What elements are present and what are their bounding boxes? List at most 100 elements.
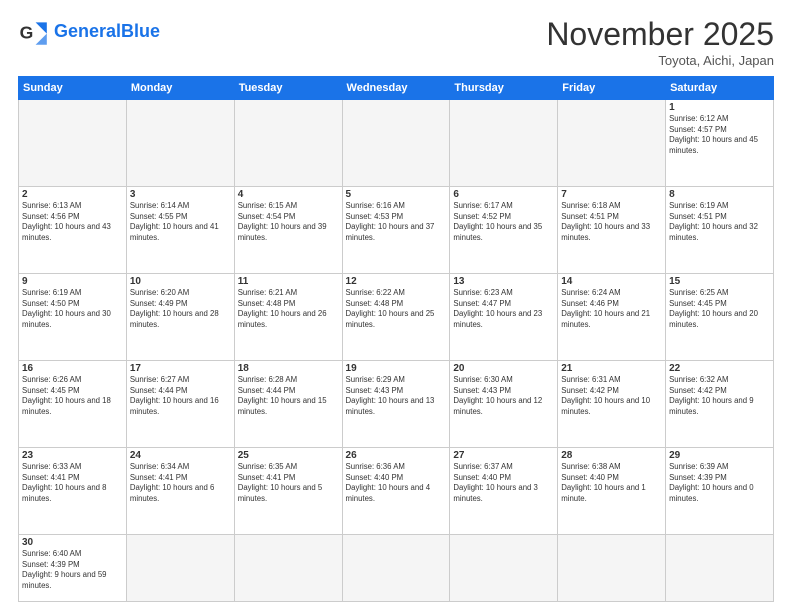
calendar-cell-2-2: 11Sunrise: 6:21 AM Sunset: 4:48 PM Dayli… — [234, 274, 342, 361]
calendar-cell-5-1 — [126, 535, 234, 602]
cell-sun-info: Sunrise: 6:13 AM Sunset: 4:56 PM Dayligh… — [22, 201, 123, 243]
calendar-cell-1-1: 3Sunrise: 6:14 AM Sunset: 4:55 PM Daylig… — [126, 187, 234, 274]
calendar-cell-0-4 — [450, 100, 558, 187]
day-number: 10 — [130, 276, 231, 287]
day-number: 18 — [238, 363, 339, 374]
day-number: 1 — [669, 102, 770, 113]
calendar-cell-3-5: 21Sunrise: 6:31 AM Sunset: 4:42 PM Dayli… — [558, 361, 666, 448]
calendar-cell-2-4: 13Sunrise: 6:23 AM Sunset: 4:47 PM Dayli… — [450, 274, 558, 361]
cell-sun-info: Sunrise: 6:40 AM Sunset: 4:39 PM Dayligh… — [22, 549, 123, 591]
day-number: 25 — [238, 450, 339, 461]
day-number: 20 — [453, 363, 554, 374]
calendar-cell-1-0: 2Sunrise: 6:13 AM Sunset: 4:56 PM Daylig… — [19, 187, 127, 274]
logo: G GeneralBlue — [18, 16, 160, 48]
cell-sun-info: Sunrise: 6:32 AM Sunset: 4:42 PM Dayligh… — [669, 375, 770, 417]
cell-sun-info: Sunrise: 6:16 AM Sunset: 4:53 PM Dayligh… — [346, 201, 447, 243]
calendar-cell-4-5: 28Sunrise: 6:38 AM Sunset: 4:40 PM Dayli… — [558, 448, 666, 535]
month-title: November 2025 — [546, 16, 774, 53]
cell-sun-info: Sunrise: 6:18 AM Sunset: 4:51 PM Dayligh… — [561, 201, 662, 243]
calendar-cell-1-3: 5Sunrise: 6:16 AM Sunset: 4:53 PM Daylig… — [342, 187, 450, 274]
day-number: 27 — [453, 450, 554, 461]
calendar-cell-4-4: 27Sunrise: 6:37 AM Sunset: 4:40 PM Dayli… — [450, 448, 558, 535]
day-number: 9 — [22, 276, 123, 287]
calendar-cell-5-0: 30Sunrise: 6:40 AM Sunset: 4:39 PM Dayli… — [19, 535, 127, 602]
cell-sun-info: Sunrise: 6:31 AM Sunset: 4:42 PM Dayligh… — [561, 375, 662, 417]
cell-sun-info: Sunrise: 6:15 AM Sunset: 4:54 PM Dayligh… — [238, 201, 339, 243]
cell-sun-info: Sunrise: 6:27 AM Sunset: 4:44 PM Dayligh… — [130, 375, 231, 417]
day-number: 15 — [669, 276, 770, 287]
col-thursday: Thursday — [450, 77, 558, 100]
logo-icon: G — [18, 16, 50, 48]
svg-text:G: G — [20, 22, 34, 42]
day-number: 5 — [346, 189, 447, 200]
day-number: 8 — [669, 189, 770, 200]
cell-sun-info: Sunrise: 6:25 AM Sunset: 4:45 PM Dayligh… — [669, 288, 770, 330]
calendar-cell-2-3: 12Sunrise: 6:22 AM Sunset: 4:48 PM Dayli… — [342, 274, 450, 361]
cell-sun-info: Sunrise: 6:19 AM Sunset: 4:50 PM Dayligh… — [22, 288, 123, 330]
page: G GeneralBlue November 2025 Toyota, Aich… — [0, 0, 792, 612]
calendar-cell-0-5 — [558, 100, 666, 187]
calendar-cell-3-4: 20Sunrise: 6:30 AM Sunset: 4:43 PM Dayli… — [450, 361, 558, 448]
calendar-cell-3-6: 22Sunrise: 6:32 AM Sunset: 4:42 PM Dayli… — [666, 361, 774, 448]
calendar-cell-0-2 — [234, 100, 342, 187]
day-header-row: Sunday Monday Tuesday Wednesday Thursday… — [19, 77, 774, 100]
col-tuesday: Tuesday — [234, 77, 342, 100]
calendar-cell-5-6 — [666, 535, 774, 602]
day-number: 23 — [22, 450, 123, 461]
day-number: 29 — [669, 450, 770, 461]
calendar-cell-0-1 — [126, 100, 234, 187]
day-number: 21 — [561, 363, 662, 374]
day-number: 14 — [561, 276, 662, 287]
calendar-table: Sunday Monday Tuesday Wednesday Thursday… — [18, 76, 774, 602]
calendar-cell-1-5: 7Sunrise: 6:18 AM Sunset: 4:51 PM Daylig… — [558, 187, 666, 274]
calendar-cell-5-5 — [558, 535, 666, 602]
calendar-cell-5-3 — [342, 535, 450, 602]
logo-text: GeneralBlue — [54, 22, 160, 42]
logo-blue: Blue — [121, 21, 160, 41]
calendar-cell-4-6: 29Sunrise: 6:39 AM Sunset: 4:39 PM Dayli… — [666, 448, 774, 535]
cell-sun-info: Sunrise: 6:36 AM Sunset: 4:40 PM Dayligh… — [346, 462, 447, 504]
col-saturday: Saturday — [666, 77, 774, 100]
calendar-cell-2-1: 10Sunrise: 6:20 AM Sunset: 4:49 PM Dayli… — [126, 274, 234, 361]
cell-sun-info: Sunrise: 6:17 AM Sunset: 4:52 PM Dayligh… — [453, 201, 554, 243]
calendar-cell-4-2: 25Sunrise: 6:35 AM Sunset: 4:41 PM Dayli… — [234, 448, 342, 535]
calendar-cell-1-2: 4Sunrise: 6:15 AM Sunset: 4:54 PM Daylig… — [234, 187, 342, 274]
cell-sun-info: Sunrise: 6:33 AM Sunset: 4:41 PM Dayligh… — [22, 462, 123, 504]
calendar-cell-1-4: 6Sunrise: 6:17 AM Sunset: 4:52 PM Daylig… — [450, 187, 558, 274]
header: G GeneralBlue November 2025 Toyota, Aich… — [18, 16, 774, 68]
calendar-cell-3-0: 16Sunrise: 6:26 AM Sunset: 4:45 PM Dayli… — [19, 361, 127, 448]
day-number: 4 — [238, 189, 339, 200]
calendar-cell-0-0 — [19, 100, 127, 187]
day-number: 2 — [22, 189, 123, 200]
calendar-cell-4-0: 23Sunrise: 6:33 AM Sunset: 4:41 PM Dayli… — [19, 448, 127, 535]
cell-sun-info: Sunrise: 6:39 AM Sunset: 4:39 PM Dayligh… — [669, 462, 770, 504]
cell-sun-info: Sunrise: 6:23 AM Sunset: 4:47 PM Dayligh… — [453, 288, 554, 330]
day-number: 28 — [561, 450, 662, 461]
day-number: 22 — [669, 363, 770, 374]
day-number: 13 — [453, 276, 554, 287]
cell-sun-info: Sunrise: 6:26 AM Sunset: 4:45 PM Dayligh… — [22, 375, 123, 417]
cell-sun-info: Sunrise: 6:34 AM Sunset: 4:41 PM Dayligh… — [130, 462, 231, 504]
calendar-cell-2-6: 15Sunrise: 6:25 AM Sunset: 4:45 PM Dayli… — [666, 274, 774, 361]
cell-sun-info: Sunrise: 6:21 AM Sunset: 4:48 PM Dayligh… — [238, 288, 339, 330]
day-number: 24 — [130, 450, 231, 461]
day-number: 7 — [561, 189, 662, 200]
cell-sun-info: Sunrise: 6:14 AM Sunset: 4:55 PM Dayligh… — [130, 201, 231, 243]
col-friday: Friday — [558, 77, 666, 100]
calendar-row-0: 1Sunrise: 6:12 AM Sunset: 4:57 PM Daylig… — [19, 100, 774, 187]
calendar-cell-1-6: 8Sunrise: 6:19 AM Sunset: 4:51 PM Daylig… — [666, 187, 774, 274]
cell-sun-info: Sunrise: 6:37 AM Sunset: 4:40 PM Dayligh… — [453, 462, 554, 504]
cell-sun-info: Sunrise: 6:24 AM Sunset: 4:46 PM Dayligh… — [561, 288, 662, 330]
cell-sun-info: Sunrise: 6:19 AM Sunset: 4:51 PM Dayligh… — [669, 201, 770, 243]
day-number: 17 — [130, 363, 231, 374]
calendar-row-5: 30Sunrise: 6:40 AM Sunset: 4:39 PM Dayli… — [19, 535, 774, 602]
day-number: 3 — [130, 189, 231, 200]
title-block: November 2025 Toyota, Aichi, Japan — [546, 16, 774, 68]
calendar-cell-0-3 — [342, 100, 450, 187]
calendar-cell-2-0: 9Sunrise: 6:19 AM Sunset: 4:50 PM Daylig… — [19, 274, 127, 361]
calendar-cell-3-2: 18Sunrise: 6:28 AM Sunset: 4:44 PM Dayli… — [234, 361, 342, 448]
cell-sun-info: Sunrise: 6:20 AM Sunset: 4:49 PM Dayligh… — [130, 288, 231, 330]
calendar-row-4: 23Sunrise: 6:33 AM Sunset: 4:41 PM Dayli… — [19, 448, 774, 535]
calendar-cell-5-2 — [234, 535, 342, 602]
calendar-cell-0-6: 1Sunrise: 6:12 AM Sunset: 4:57 PM Daylig… — [666, 100, 774, 187]
